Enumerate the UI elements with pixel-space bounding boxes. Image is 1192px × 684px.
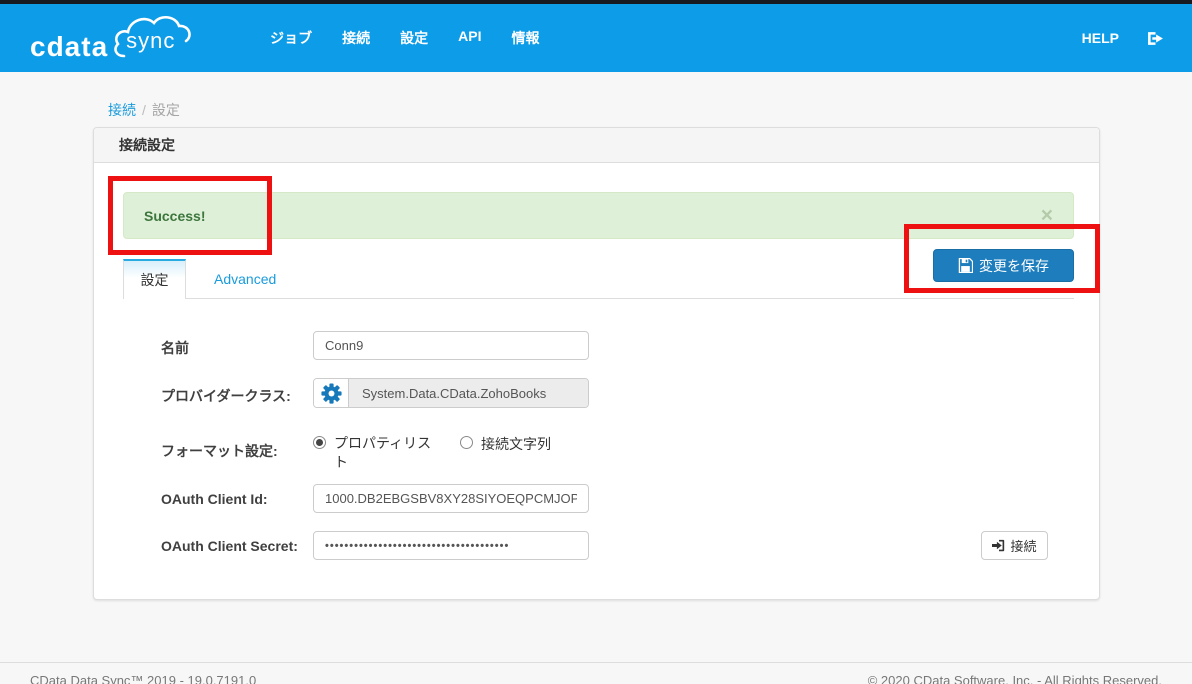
help-link[interactable]: HELP xyxy=(1082,30,1119,46)
connect-button[interactable]: 接続 xyxy=(981,531,1048,560)
provider-class-value: System.Data.CData.ZohoBooks xyxy=(349,379,588,407)
close-icon[interactable]: × xyxy=(1041,205,1053,226)
success-alert-text: Success! xyxy=(144,207,206,224)
app-header: cdata sync ジョブ 接続 設定 API 情報 HELP xyxy=(0,0,1192,72)
cloud-icon: sync xyxy=(110,12,192,65)
success-alert: Success! × xyxy=(123,192,1074,239)
logo-product-text: sync xyxy=(126,27,176,53)
connect-button-label: 接続 xyxy=(1010,539,1037,554)
radio-connection-string-label: 接続文字列 xyxy=(481,436,551,452)
main-nav: ジョブ 接続 設定 API 情報 xyxy=(270,28,539,48)
format-radio-group: プロパティリスト 接続文字列 xyxy=(313,434,551,472)
footer-copyright-text: © 2020 CData Software, Inc. - All Rights… xyxy=(867,673,1162,684)
radio-property-list[interactable]: プロパティリスト xyxy=(313,434,436,472)
nav-item-connections[interactable]: 接続 xyxy=(342,28,370,48)
radio-unselected-icon xyxy=(460,436,473,449)
gear-icon[interactable] xyxy=(314,379,349,407)
oauth-client-id-input[interactable] xyxy=(313,484,589,513)
provider-class-group: System.Data.CData.ZohoBooks xyxy=(313,378,589,408)
oauth-client-secret-label: OAuth Client Secret: xyxy=(161,538,298,554)
provider-class-label: プロバイダークラス: xyxy=(161,388,291,404)
panel-title: 接続設定 xyxy=(94,128,1099,163)
radio-selected-icon xyxy=(313,436,326,449)
footer-version-text: CData Data Sync™ 2019 - 19.0.7191.0 xyxy=(30,673,257,684)
nav-item-settings[interactable]: 設定 xyxy=(400,28,428,48)
breadcrumb: 接続 / 設定 xyxy=(108,100,180,120)
logo-brand-text: cdata xyxy=(30,30,109,62)
connection-settings-panel: 接続設定 Success! × 変更を保存 設定 Advanced 名前 プロバ… xyxy=(93,127,1100,600)
oauth-client-secret-input[interactable] xyxy=(313,531,589,560)
breadcrumb-connections-link[interactable]: 接続 xyxy=(108,102,136,118)
name-label: 名前 xyxy=(161,340,189,356)
radio-property-list-label: プロパティリスト xyxy=(334,435,432,470)
format-setting-label: フォーマット設定: xyxy=(161,443,278,459)
tab-strip: 設定 Advanced xyxy=(123,259,1074,299)
logout-icon[interactable] xyxy=(1147,30,1164,47)
nav-item-jobs[interactable]: ジョブ xyxy=(270,28,312,48)
breadcrumb-separator: / xyxy=(142,102,146,118)
oauth-client-id-label: OAuth Client Id: xyxy=(161,491,268,507)
name-input[interactable] xyxy=(313,331,589,360)
radio-connection-string[interactable]: 接続文字列 xyxy=(460,434,551,472)
tab-advanced[interactable]: Advanced xyxy=(214,271,276,287)
cdata-sync-logo[interactable]: cdata sync xyxy=(30,12,192,65)
sign-in-icon xyxy=(992,539,1005,552)
tab-settings[interactable]: 設定 xyxy=(123,259,186,299)
page-footer: CData Data Sync™ 2019 - 19.0.7191.0 © 20… xyxy=(0,662,1192,684)
nav-item-api[interactable]: API xyxy=(458,28,481,48)
breadcrumb-current: 設定 xyxy=(151,102,180,118)
nav-item-info[interactable]: 情報 xyxy=(512,28,540,48)
